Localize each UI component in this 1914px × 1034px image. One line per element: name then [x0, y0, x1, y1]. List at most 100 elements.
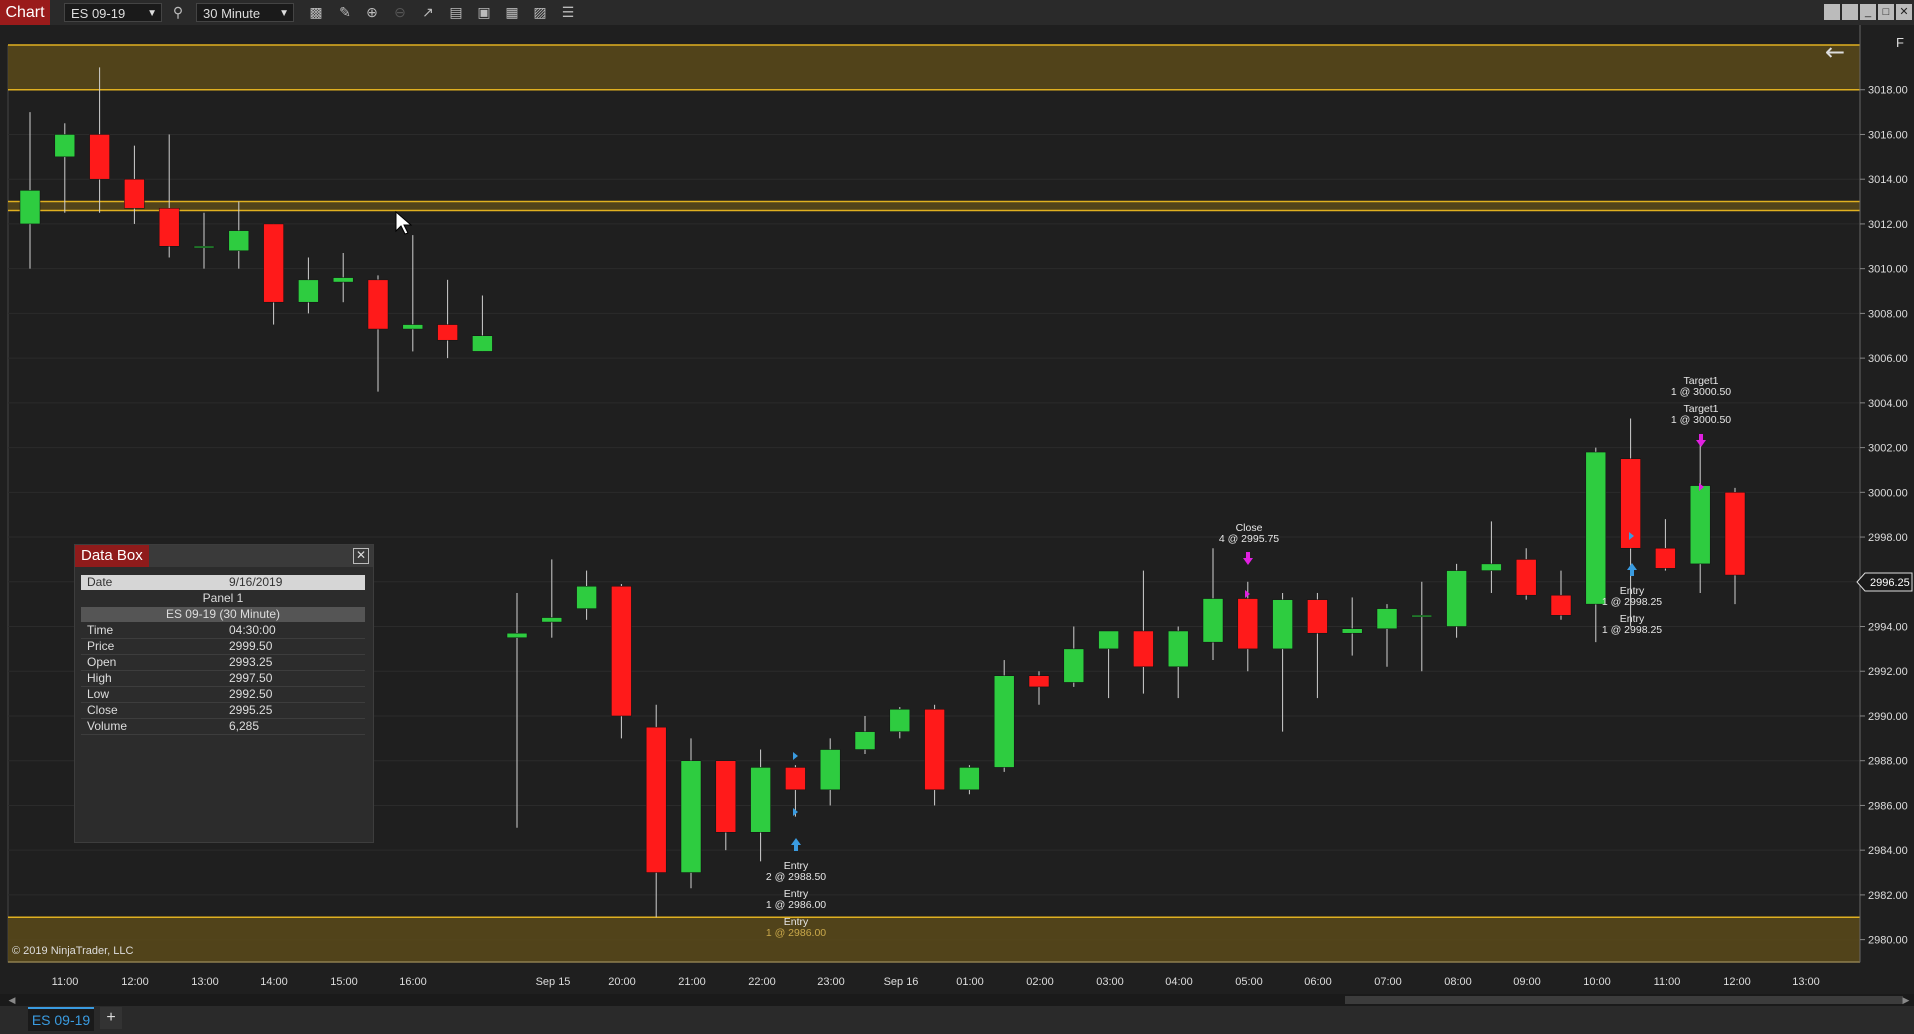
price-tick-label: 3000.00: [1868, 487, 1908, 499]
time-tick-label: 20:00: [608, 976, 636, 988]
candle-up: [541, 617, 563, 623]
scroll-left-icon[interactable]: ◀: [6, 994, 18, 1006]
data-box-key: High: [87, 671, 112, 685]
price-tick-label: 2994.00: [1868, 622, 1908, 634]
price-tick-label: 3016.00: [1868, 129, 1908, 141]
data-box-panel[interactable]: Data Box ✕ Date 9/16/2019 Panel 1 ES 09-…: [74, 544, 374, 843]
candle-down: [715, 760, 737, 833]
candle-down: [437, 324, 458, 341]
time-tick-label: 07:00: [1374, 976, 1402, 988]
price-tick-label: 3004.00: [1868, 398, 1908, 410]
trade-annotation: 2 @ 2988.50: [766, 871, 826, 883]
time-tick-label: 09:00: [1513, 976, 1541, 988]
candle-down: [1028, 675, 1050, 688]
candle-up: [506, 632, 528, 638]
candle-up: [1376, 608, 1398, 629]
instrument-tab[interactable]: ES 09-19: [28, 1007, 94, 1031]
time-tick-label: 05:00: [1235, 976, 1263, 988]
candle-down: [785, 767, 806, 791]
data-box-row-time: Time 04:30:00: [81, 623, 365, 639]
data-box-row-open: Open 2993.25: [81, 655, 365, 671]
candle-down: [89, 134, 110, 180]
time-tick-label: 10:00: [1583, 976, 1611, 988]
add-tab-button[interactable]: +: [100, 1007, 122, 1029]
candle-up: [402, 324, 424, 330]
date-key: Date: [87, 575, 113, 589]
candle-down: [1550, 594, 1572, 616]
time-tick-label: 14:00: [260, 976, 288, 988]
time-tick-label: 02:00: [1026, 976, 1054, 988]
data-box-title: Data Box: [75, 545, 149, 567]
time-axis: 11:00 12:00 13:00 14:00 15:00 16:00 Sep 15 20:0…: [8, 961, 1860, 988]
price-tick-label: 2988.00: [1868, 756, 1908, 768]
price-zone: [8, 917, 1860, 962]
trade-annotation: 1 @ 2998.25: [1602, 596, 1662, 608]
data-box-row-volume: Volume 6,285: [81, 719, 365, 735]
date-value: 9/16/2019: [229, 575, 283, 589]
candle-down: [924, 709, 945, 791]
chart-header-strip: [0, 25, 1914, 45]
price-tick-label: 3014.00: [1868, 174, 1908, 186]
data-box-value: 2992.50: [229, 687, 273, 701]
candle-up: [19, 190, 41, 225]
close-icon[interactable]: ✕: [353, 548, 369, 564]
candle-up: [193, 246, 215, 249]
candle-up: [1446, 570, 1467, 627]
price-zone: [8, 201, 1860, 211]
candle-up: [1481, 563, 1502, 571]
time-tick-label: 16:00: [399, 976, 427, 988]
data-box-value: 6,285: [229, 719, 260, 733]
candle-up: [1063, 648, 1085, 683]
candle-down: [645, 726, 667, 873]
trade-annotation: 1 @ 3000.50: [1671, 386, 1731, 398]
trade-annotation: 4 @ 2995.75: [1219, 533, 1279, 545]
scrollbar-thumb[interactable]: [1345, 996, 1903, 1004]
data-box-key: Open: [87, 655, 117, 669]
data-box-row-high: High 2997.50: [81, 671, 365, 687]
data-box-key: Time: [87, 623, 114, 637]
data-box-date-row: Date 9/16/2019: [81, 575, 365, 590]
candle-up: [332, 277, 354, 283]
time-tick-label: 01:00: [956, 976, 984, 988]
time-tick-label: 11:00: [1654, 976, 1681, 988]
trade-annotation: 1 @ 2998.25: [1602, 624, 1662, 636]
candle-up: [472, 335, 493, 352]
candle-down: [367, 279, 389, 330]
price-tick-label: 2992.00: [1868, 666, 1908, 678]
data-box-series-label: ES 09-19 (30 Minute): [81, 607, 365, 622]
data-box-key: Low: [87, 687, 110, 701]
panel-letter: F: [1896, 35, 1904, 50]
candle-down: [1133, 630, 1154, 668]
price-chart[interactable]: 3018.00 3016.00 3014.00 3012.00 3010.00 3008.…: [0, 0, 1914, 994]
current-price-text: 2996.25: [1870, 577, 1910, 589]
price-tick-label: 3006.00: [1868, 353, 1908, 365]
price-tick-label: 3002.00: [1868, 443, 1908, 455]
copyright-text: © 2019 NinjaTrader, LLC: [12, 945, 133, 957]
trade-annotation: 1 @ 2986.00: [766, 899, 826, 911]
scroll-right-icon[interactable]: ▶: [1900, 994, 1912, 1006]
candle-down: [263, 223, 284, 303]
price-tick-label: 3018.00: [1868, 85, 1908, 97]
candle-up: [1098, 630, 1119, 650]
candle-up: [1167, 630, 1189, 668]
data-box-key: Price: [87, 639, 115, 653]
time-tick-label: 03:00: [1096, 976, 1124, 988]
candle-down: [1307, 599, 1328, 634]
price-tick-label: 2998.00: [1868, 532, 1908, 544]
candle-up: [1585, 451, 1607, 605]
time-tick-label: 21:00: [678, 976, 706, 988]
time-tick-label: 23:00: [817, 976, 845, 988]
data-box-key: Close: [87, 703, 118, 717]
data-box-header[interactable]: Data Box ✕: [75, 545, 373, 567]
data-box-row-low: Low 2992.50: [81, 687, 365, 703]
time-tick-label: 08:00: [1444, 976, 1472, 988]
price-tick-label: 2984.00: [1868, 845, 1908, 857]
time-tick-label: 04:00: [1165, 976, 1193, 988]
data-box-key: Volume: [87, 719, 128, 733]
candle-up: [298, 279, 319, 303]
time-tick-label: 12:00: [1723, 976, 1751, 988]
price-tick-label: 3008.00: [1868, 308, 1908, 320]
candle-up: [228, 230, 250, 252]
data-box-value: 2993.25: [229, 655, 273, 669]
time-tick-label: Sep 16: [884, 976, 919, 988]
